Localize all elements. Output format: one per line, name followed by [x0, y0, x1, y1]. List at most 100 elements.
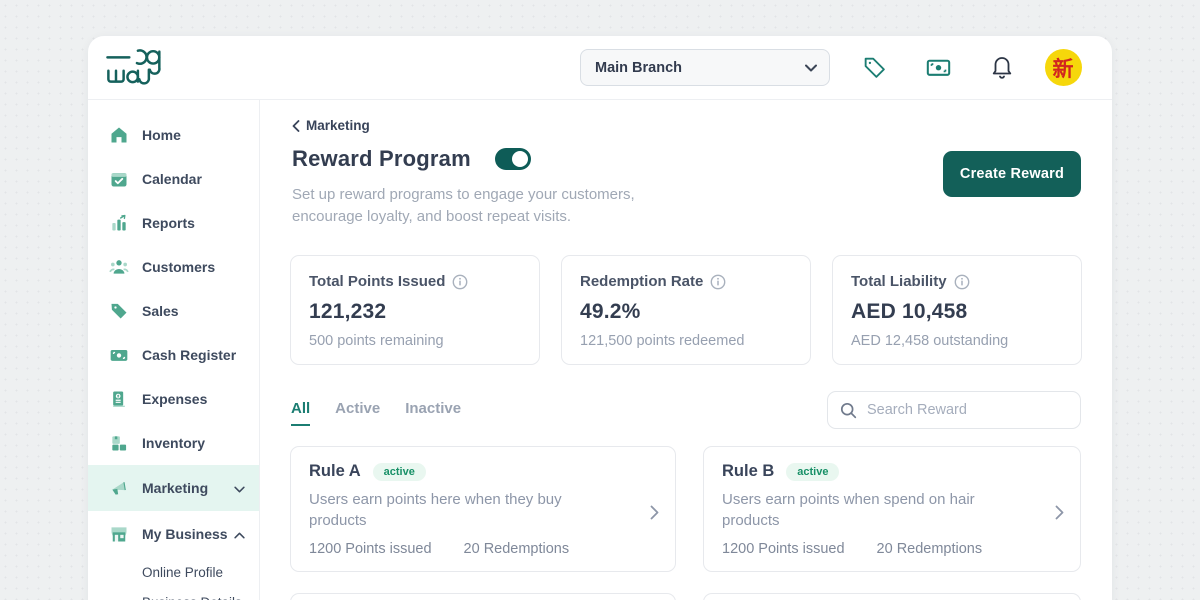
- topbar-icon-group: 新: [842, 49, 1092, 86]
- sidebar-item-label: Marketing: [142, 480, 209, 496]
- status-badge: active: [786, 462, 840, 481]
- toggle-knob: [511, 151, 528, 167]
- main-content: Marketing Reward Program Set up reward p…: [260, 100, 1112, 600]
- chevron-down-icon: [234, 480, 245, 496]
- avatar[interactable]: 新: [1034, 49, 1092, 86]
- branch-selector[interactable]: Main Branch: [580, 49, 830, 86]
- stat-subtext: 500 points remaining: [309, 333, 444, 349]
- stat-card-redemption-rate: Redemption Rate 49.2% 121,500 points red…: [561, 255, 811, 365]
- sidebar-item-label: Customers: [142, 259, 216, 275]
- info-icon[interactable]: [710, 274, 726, 290]
- sidebar-item-calendar[interactable]: Calendar: [88, 157, 259, 201]
- stat-value: 121,232: [309, 299, 387, 323]
- reports-icon: [108, 212, 130, 234]
- sidebar-item-customers[interactable]: Customers: [88, 245, 259, 289]
- home-icon: [108, 124, 130, 146]
- sidebar-item-label: Reports: [142, 215, 195, 231]
- info-icon[interactable]: [954, 274, 970, 290]
- info-icon[interactable]: [452, 274, 468, 290]
- rule-card-partial[interactable]: [703, 593, 1081, 600]
- sidebar-item-label: Home: [142, 127, 181, 143]
- rule-card-a[interactable]: Rule A active Users earn points here whe…: [290, 446, 676, 572]
- stat-label: Redemption Rate: [580, 273, 704, 290]
- rule-card-partial[interactable]: [290, 593, 676, 600]
- sidebar-item-sales[interactable]: Sales: [88, 289, 259, 333]
- chevron-up-icon: [234, 526, 245, 542]
- marketing-icon: [108, 477, 130, 499]
- rule-card-b[interactable]: Rule B active Users earn points when spe…: [703, 446, 1081, 572]
- rule-redemptions: 20 Redemptions: [876, 541, 983, 557]
- search-box: [827, 391, 1081, 429]
- avatar-initial: 新: [1044, 49, 1082, 86]
- sidebar-item-home[interactable]: Home: [88, 113, 259, 157]
- sidebar-item-inventory[interactable]: Inventory: [88, 421, 259, 465]
- stat-label: Total Liability: [851, 273, 947, 290]
- rule-name: Rule B: [722, 462, 775, 480]
- cash-register-icon: [108, 344, 130, 366]
- banknote-icon[interactable]: [906, 54, 970, 81]
- stat-value: 49.2%: [580, 299, 641, 323]
- search-input[interactable]: [867, 402, 1068, 418]
- customers-icon: [108, 256, 130, 278]
- filter-tabs: All Active Inactive: [291, 400, 461, 426]
- sidebar-item-label: Calendar: [142, 171, 202, 187]
- title-row: Reward Program: [292, 146, 531, 172]
- breadcrumb[interactable]: Marketing: [292, 118, 370, 133]
- sidebar-item-label: Inventory: [142, 435, 206, 451]
- partial-cards-row: [290, 593, 1081, 600]
- tab-all[interactable]: All: [291, 400, 311, 426]
- program-toggle[interactable]: [494, 148, 531, 170]
- sidebar: Home Calendar Reports Customers Sales Ca…: [88, 100, 260, 600]
- calendar-icon: [108, 168, 130, 190]
- bell-icon[interactable]: [970, 55, 1034, 81]
- tab-inactive[interactable]: Inactive: [405, 400, 461, 426]
- sidebar-item-expenses[interactable]: Expenses: [88, 377, 259, 421]
- rule-description: Users earn points here when they buy pro…: [309, 491, 562, 529]
- rules-row: Rule A active Users earn points here whe…: [290, 446, 1081, 572]
- status-badge: active: [372, 462, 426, 481]
- page-description: Set up reward programs to engage your cu…: [292, 186, 635, 225]
- expenses-icon: [108, 388, 130, 410]
- search-icon: [840, 402, 857, 418]
- sidebar-item-label: Expenses: [142, 391, 208, 407]
- tag-icon[interactable]: [842, 55, 906, 80]
- sidebar-item-label: Cash Register: [142, 347, 237, 363]
- stat-subtext: 121,500 points redeemed: [580, 333, 745, 349]
- stat-card-total-liability: Total Liability AED 10,458 AED 12,458 ou…: [832, 255, 1082, 365]
- topbar: Main Branch 新: [88, 36, 1112, 100]
- sidebar-item-cash-register[interactable]: Cash Register: [88, 333, 259, 377]
- chevron-right-icon[interactable]: [650, 505, 659, 525]
- rule-points-issued: 1200 Points issued: [722, 541, 845, 557]
- tab-active[interactable]: Active: [335, 400, 380, 426]
- rule-name: Rule A: [309, 462, 361, 480]
- breadcrumb-label: Marketing: [306, 118, 370, 133]
- chevron-down-icon: [805, 60, 817, 76]
- sales-tag-icon: [108, 300, 130, 322]
- stats-row: Total Points Issued 121,232 500 points r…: [290, 255, 1082, 365]
- stat-value: AED 10,458: [851, 299, 968, 323]
- stat-label: Total Points Issued: [309, 273, 446, 290]
- sidebar-item-label: My Business: [142, 526, 228, 542]
- stat-subtext: AED 12,458 outstanding: [851, 333, 1009, 349]
- inventory-icon: [108, 432, 130, 454]
- sidebar-item-marketing[interactable]: Marketing: [88, 465, 259, 511]
- storefront-icon: [108, 523, 130, 545]
- sidebar-subitem-label: Online Profile: [142, 564, 224, 580]
- sidebar-subitem-label: Business Details: [142, 595, 242, 600]
- rule-description: Users earn points when spend on hair pro…: [722, 491, 975, 529]
- app-window: Main Branch 新 Home Calendar Reports Cust…: [88, 36, 1112, 600]
- page-title: Reward Program: [292, 146, 471, 171]
- sidebar-subitem-business-details[interactable]: Business Details: [88, 587, 259, 600]
- branch-selector-value: Main Branch: [595, 59, 683, 76]
- rule-redemptions: 20 Redemptions: [463, 541, 570, 557]
- sidebar-subitem-online-profile[interactable]: Online Profile: [88, 557, 259, 587]
- sidebar-item-label: Sales: [142, 303, 179, 319]
- rule-points-issued: 1200 Points issued: [309, 541, 432, 557]
- stat-card-total-points: Total Points Issued 121,232 500 points r…: [290, 255, 540, 365]
- waj-logo: [105, 45, 167, 90]
- chevron-left-icon: [292, 119, 300, 132]
- chevron-right-icon[interactable]: [1055, 505, 1064, 525]
- sidebar-item-reports[interactable]: Reports: [88, 201, 259, 245]
- sidebar-item-my-business[interactable]: My Business: [88, 511, 259, 557]
- create-reward-button[interactable]: Create Reward: [943, 151, 1081, 197]
